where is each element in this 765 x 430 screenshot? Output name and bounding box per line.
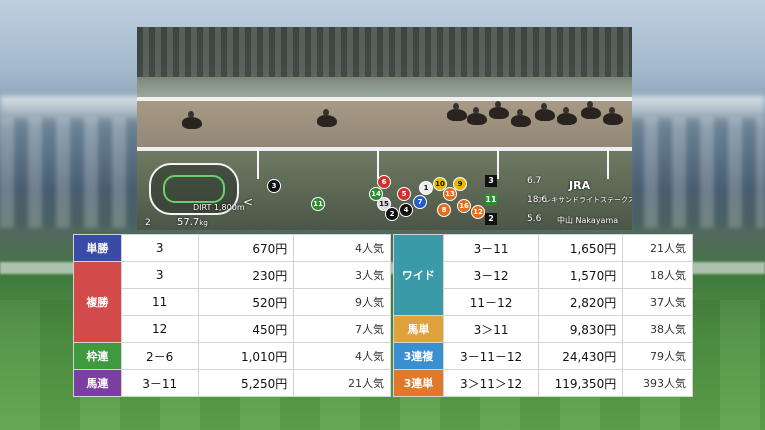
horse-combination: 3 — [120, 234, 199, 262]
payout-row: 3連単 3＞11＞12 119,350円 393人気 — [393, 369, 693, 397]
popularity-rank: 18人気 — [622, 261, 693, 289]
payout-amount: 230円 — [197, 261, 295, 289]
popularity-rank: 3人気 — [293, 261, 391, 289]
bet-type-label: 枠連 — [73, 342, 122, 370]
popularity-rank: 9人気 — [293, 288, 391, 316]
horse-combination: 2－6 — [120, 342, 199, 370]
leader-odds: 6.7 — [527, 176, 542, 186]
bet-type-label: ワイド — [393, 234, 444, 316]
horse-position-badge: 12 — [471, 205, 485, 219]
horse-combination: 3－12 — [442, 261, 540, 289]
horse — [511, 109, 531, 127]
horse — [581, 101, 601, 119]
horse-combination: 11－12 — [442, 288, 540, 316]
bet-type-label: 複勝 — [73, 261, 122, 343]
video-fence-post — [497, 149, 499, 179]
horse — [603, 107, 623, 125]
payout-table-left: 単勝 3 670円 4人気 複勝 3 230円 3人気 11 520円 9人気 12 450円 7人気 枠連… — [73, 234, 391, 397]
weight-unit: kg — [199, 219, 208, 227]
horse-combination: 12 — [120, 315, 199, 343]
leader-number: 2 — [485, 213, 497, 225]
race-name: アレキサンドライトステークス — [537, 196, 632, 204]
horse-position-badge: 13 — [443, 187, 457, 201]
payout-amount: 520円 — [197, 288, 295, 316]
horse-position-badge: 16 — [457, 199, 471, 213]
horse-combination: 3＞11＞12 — [442, 369, 540, 397]
payout-amount: 9,830円 — [538, 315, 624, 343]
course-distance: DIRT 1,800m — [193, 203, 245, 212]
jra-logo: JRA — [569, 179, 591, 192]
bet-type-label: 3連単 — [393, 369, 444, 397]
horse — [467, 107, 487, 125]
payout-row: 馬連 3－11 5,250円 21人気 — [73, 369, 391, 397]
venue-label: 中山 Nakayama — [557, 216, 619, 225]
payout-amount: 1,010円 — [197, 342, 295, 370]
payout-row: 12 450円 7人気 — [74, 315, 391, 343]
horse — [557, 107, 577, 125]
video-fence-post — [257, 149, 259, 179]
weight-value: 57.7 — [177, 217, 200, 228]
payout-amount: 1,650円 — [538, 234, 624, 262]
horse-position-badge: 14 — [369, 187, 383, 201]
payout-row: 単勝 3 670円 4人気 — [73, 234, 391, 262]
horse-combination: 3－11 — [120, 369, 199, 397]
popularity-rank: 37人気 — [622, 288, 693, 316]
payout-amount: 24,430円 — [538, 342, 624, 370]
leader-number: 3 — [485, 175, 497, 187]
horse — [182, 111, 202, 129]
bet-type-label: 馬単 — [393, 315, 444, 343]
horse-position-badge: 1 — [419, 181, 433, 195]
popularity-rank: 21人気 — [293, 369, 391, 397]
horse — [535, 103, 555, 121]
popularity-rank: 79人気 — [622, 342, 693, 370]
horse-combination: 3＞11 — [442, 315, 540, 343]
payout-amount: 670円 — [197, 234, 295, 262]
horse-position-badge: 5 — [397, 187, 411, 201]
payout-amount: 1,570円 — [538, 261, 624, 289]
popularity-rank: 21人気 — [622, 234, 693, 262]
popularity-rank: 38人気 — [622, 315, 693, 343]
video-fence-post — [377, 149, 379, 179]
pace-indicator: 2 — [145, 218, 151, 228]
popularity-rank: 393人気 — [622, 369, 693, 397]
leader-number: 11 — [485, 194, 497, 206]
payout-amount: 119,350円 — [538, 369, 624, 397]
horse — [447, 103, 467, 121]
direction-chevron-icon: < — [243, 195, 254, 209]
popularity-rank: 7人気 — [293, 315, 391, 343]
horse-position-badge: 8 — [437, 203, 451, 217]
horse-combination: 3 — [120, 261, 199, 289]
horse — [317, 109, 337, 127]
bet-type-label: 3連複 — [393, 342, 444, 370]
payout-amount: 450円 — [197, 315, 295, 343]
race-video[interactable]: DIRT 1,800m 2 57.7kg < 3 11 6 5 7 15 1 4 10 9 16 12… — [137, 27, 632, 230]
horse-position-badge: 3 — [267, 179, 281, 193]
popularity-rank: 4人気 — [293, 342, 391, 370]
leader-odds: 5.6 — [527, 214, 542, 224]
payout-amount: 2,820円 — [538, 288, 624, 316]
payout-table-right: ワイド 3－11 1,650円 21人気 3－12 1,570円 18人気 11－12 2,82… — [393, 234, 693, 397]
horse-combination: 3－11－12 — [442, 342, 540, 370]
bet-type-label: 単勝 — [73, 234, 122, 262]
horse-position-badge: 7 — [413, 195, 427, 209]
payout-amount: 5,250円 — [197, 369, 295, 397]
horse-combination: 11 — [120, 288, 199, 316]
bet-type-label: 馬連 — [73, 369, 122, 397]
horse — [489, 101, 509, 119]
leader-odds: 18.6 — [527, 195, 548, 205]
payout-row: 馬単 3＞11 9,830円 38人気 — [393, 315, 693, 343]
horse-position-badge: 2 — [385, 207, 399, 221]
payout-row: 3連複 3－11－12 24,430円 79人気 — [393, 342, 693, 370]
horse-position-badge: 4 — [399, 203, 413, 217]
payout-row: 11 520円 9人気 — [74, 288, 391, 316]
popularity-rank: 4人気 — [293, 234, 391, 262]
payout-row: 複勝 3 230円 3人気 — [73, 261, 391, 343]
payout-row: ワイド 3－11 1,650円 21人気 — [393, 234, 693, 316]
weight-readout: 57.7kg — [177, 217, 208, 228]
video-stands — [137, 27, 632, 77]
horse-position-badge: 11 — [311, 197, 325, 211]
video-fence-post — [607, 149, 609, 179]
horse-combination: 3－11 — [442, 234, 540, 262]
payout-row: 枠連 2－6 1,010円 4人気 — [73, 342, 391, 370]
